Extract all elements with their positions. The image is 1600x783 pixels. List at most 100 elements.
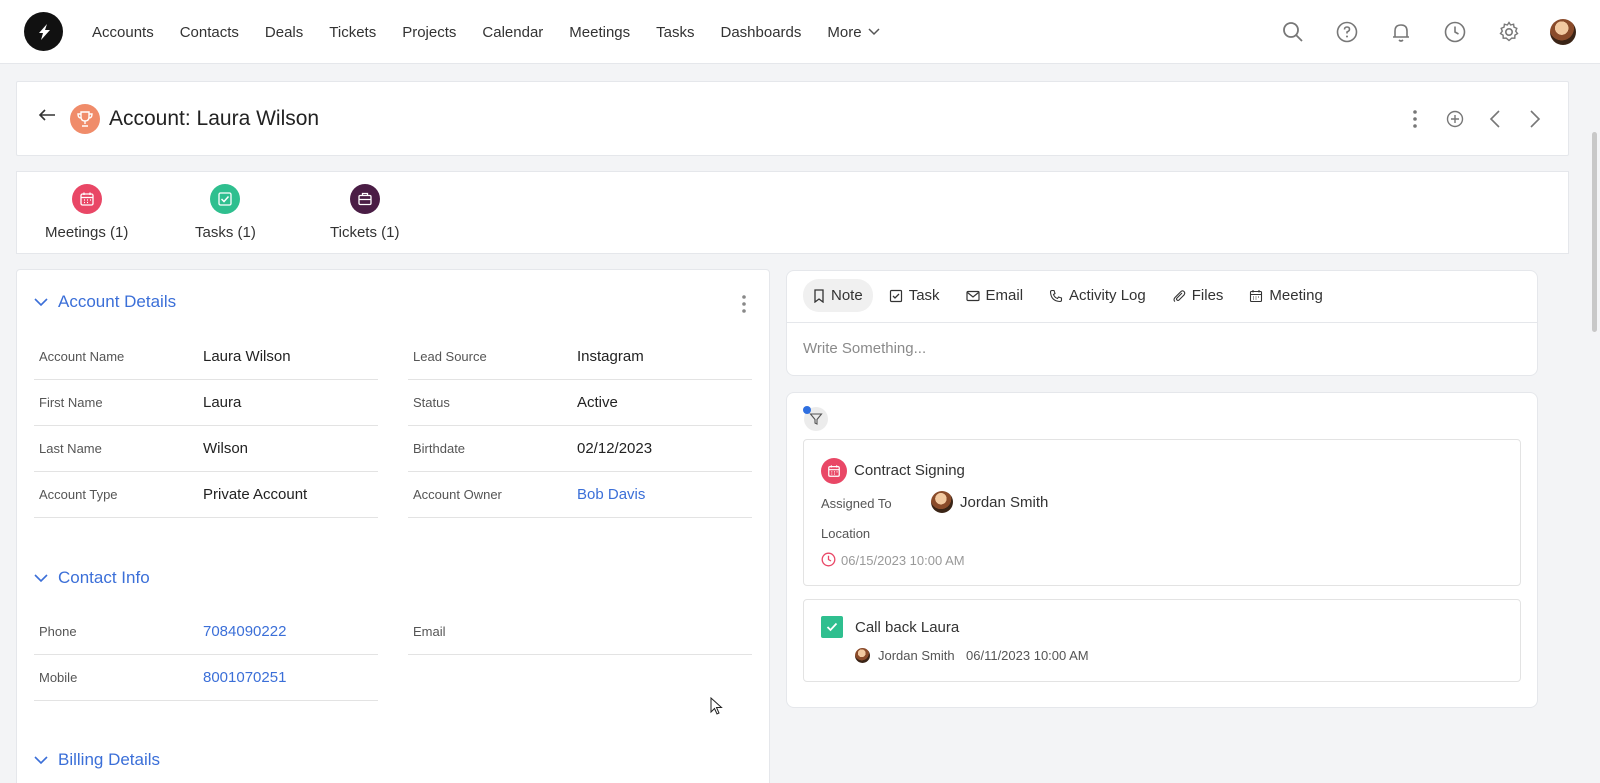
nav-deals[interactable]: Deals xyxy=(265,24,303,41)
filter-icon xyxy=(809,413,823,425)
note-input[interactable] xyxy=(803,333,1519,363)
tab-activity-log-label: Activity Log xyxy=(1069,287,1146,304)
billing-details-title: Billing Details xyxy=(58,750,161,769)
assignee-avatar xyxy=(931,491,953,513)
previous-record-icon[interactable] xyxy=(1484,106,1506,132)
bookmark-icon xyxy=(814,288,824,303)
assignee-name[interactable]: Jordan Smith xyxy=(960,494,1048,511)
related-records-bar: Meetings (1) Tasks (1) Tickets (1) xyxy=(16,171,1569,254)
field-label: First Name xyxy=(39,395,103,410)
add-circle-icon[interactable] xyxy=(1444,106,1466,132)
tab-files[interactable]: Files xyxy=(1162,279,1234,312)
composer-divider xyxy=(787,322,1537,323)
nav-dashboards[interactable]: Dashboards xyxy=(721,24,802,41)
account-owner-link[interactable]: Bob Davis xyxy=(577,486,645,503)
related-tickets[interactable]: Tickets (1) xyxy=(330,184,399,241)
timeline-task-item[interactable]: Call back Laura Jordan Smith 06/11/2023 … xyxy=(803,599,1521,682)
back-arrow-icon[interactable] xyxy=(37,107,57,128)
field-lead-source: Lead Source Instagram xyxy=(408,334,752,380)
more-options-icon[interactable] xyxy=(1404,106,1426,132)
gear-icon[interactable] xyxy=(1496,19,1522,45)
field-value[interactable]: Laura xyxy=(203,394,241,411)
record-header: Account: Laura Wilson xyxy=(16,81,1569,156)
field-value[interactable]: Instagram xyxy=(577,348,644,365)
account-details-section-toggle[interactable]: Account Details xyxy=(34,292,176,312)
filter-button[interactable] xyxy=(803,406,828,431)
nav-more-menu[interactable]: More xyxy=(827,23,880,41)
field-birthdate: Birthdate 02/12/2023 xyxy=(408,426,752,472)
app-logo[interactable] xyxy=(24,12,63,51)
field-value[interactable]: Private Account xyxy=(203,486,307,503)
page-scrollbar[interactable] xyxy=(1588,64,1600,783)
task-owner[interactable]: Jordan Smith xyxy=(878,648,955,663)
calendar-icon xyxy=(821,458,847,484)
user-avatar[interactable] xyxy=(1550,19,1576,45)
related-tasks-label: Tasks (1) xyxy=(195,224,256,241)
field-label: Account Name xyxy=(39,349,125,364)
meeting-title[interactable]: Contract Signing xyxy=(854,462,965,479)
nav-tasks[interactable]: Tasks xyxy=(656,24,694,41)
contact-info-section-toggle[interactable]: Contact Info xyxy=(34,568,150,588)
next-record-icon[interactable] xyxy=(1524,106,1546,132)
tab-task[interactable]: Task xyxy=(879,279,950,312)
tab-meeting[interactable]: Meeting xyxy=(1239,279,1332,312)
search-icon[interactable] xyxy=(1280,19,1306,45)
tab-note[interactable]: Note xyxy=(803,279,873,312)
field-label: Birthdate xyxy=(413,441,466,456)
nav-more-label: More xyxy=(827,23,862,41)
checkmark-icon xyxy=(826,622,838,632)
nav-accounts[interactable]: Accounts xyxy=(92,24,154,41)
composer-tabs: Note Task Email Activity Log Files Meeti… xyxy=(803,279,1333,312)
tab-email[interactable]: Email xyxy=(956,279,1034,312)
field-phone: Phone 7084090222 xyxy=(34,609,378,655)
field-label: Lead Source xyxy=(413,349,487,364)
nav-contacts[interactable]: Contacts xyxy=(180,24,239,41)
tab-activity-log[interactable]: Activity Log xyxy=(1039,279,1156,312)
related-tickets-label: Tickets (1) xyxy=(330,224,400,241)
mouse-pointer-icon xyxy=(710,697,723,715)
task-datetime: 06/11/2023 10:00 AM xyxy=(966,648,1089,663)
nav-projects[interactable]: Projects xyxy=(402,24,456,41)
checkbox-icon xyxy=(889,289,902,302)
related-meetings[interactable]: Meetings (1) xyxy=(45,184,128,241)
task-title[interactable]: Call back Laura xyxy=(855,619,959,636)
billing-details-section-toggle[interactable]: Billing Details xyxy=(34,750,160,770)
account-details-title: Account Details xyxy=(58,292,177,311)
checkbox-icon xyxy=(210,184,241,214)
clock-icon[interactable] xyxy=(1442,19,1468,45)
tab-meeting-label: Meeting xyxy=(1269,287,1323,304)
timeline-meeting-item[interactable]: Contract Signing Assigned To Jordan Smit… xyxy=(803,439,1521,586)
section-more-options-icon[interactable] xyxy=(741,294,747,319)
chevron-down-icon xyxy=(34,573,48,582)
field-label: Account Owner xyxy=(413,487,502,502)
field-email: Email xyxy=(408,609,752,655)
tab-email-label: Email xyxy=(985,287,1024,304)
activity-timeline: Contract Signing Assigned To Jordan Smit… xyxy=(786,392,1538,708)
task-complete-checkbox[interactable] xyxy=(821,616,843,638)
field-value[interactable]: Wilson xyxy=(203,440,248,457)
nav-tickets[interactable]: Tickets xyxy=(329,24,376,41)
chevron-down-icon xyxy=(34,755,48,764)
scrollbar-thumb[interactable] xyxy=(1592,132,1597,332)
mobile-link[interactable]: 8001070251 xyxy=(203,669,286,686)
field-first-name: First Name Laura xyxy=(34,380,378,426)
field-account-type: Account Type Private Account xyxy=(34,472,378,518)
help-icon[interactable] xyxy=(1334,19,1360,45)
phone-link[interactable]: 7084090222 xyxy=(203,623,286,640)
bell-icon[interactable] xyxy=(1388,19,1414,45)
related-tasks[interactable]: Tasks (1) xyxy=(195,184,256,241)
header-actions xyxy=(1404,106,1546,132)
nav-calendar[interactable]: Calendar xyxy=(482,24,543,41)
field-value[interactable]: Laura Wilson xyxy=(203,348,291,365)
field-label: Last Name xyxy=(39,441,102,456)
ticket-icon xyxy=(349,184,380,214)
activity-composer: Note Task Email Activity Log Files Meeti… xyxy=(786,270,1538,376)
calendar-icon xyxy=(1250,289,1263,302)
field-value[interactable]: 02/12/2023 xyxy=(577,440,652,457)
clock-icon xyxy=(821,552,836,567)
tab-note-label: Note xyxy=(831,287,863,304)
nav-meetings[interactable]: Meetings xyxy=(569,24,630,41)
field-value[interactable]: Active xyxy=(577,394,618,411)
tab-files-label: Files xyxy=(1191,287,1224,304)
field-account-owner: Account Owner Bob Davis xyxy=(408,472,752,518)
